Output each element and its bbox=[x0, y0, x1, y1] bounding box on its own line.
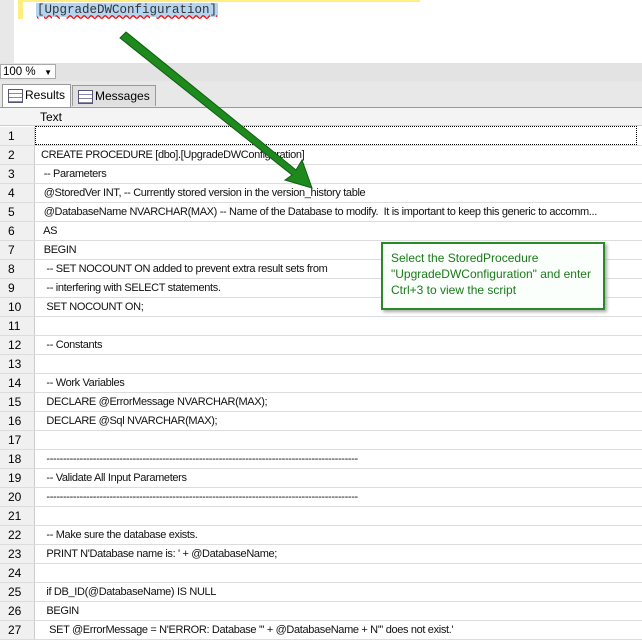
row-number[interactable]: 9 bbox=[0, 279, 35, 297]
row-number[interactable]: 13 bbox=[0, 355, 35, 373]
table-row[interactable]: 23 PRINT N'Database name is: ' + @Databa… bbox=[0, 545, 642, 564]
cell-text[interactable]: PRINT N'Database name is: ' + @DatabaseN… bbox=[41, 545, 277, 563]
table-row[interactable]: 18 -------------------------------------… bbox=[0, 450, 642, 469]
row-number[interactable]: 23 bbox=[0, 545, 35, 563]
table-row[interactable]: 11 bbox=[0, 317, 642, 336]
row-number[interactable]: 1 bbox=[0, 127, 35, 145]
table-row[interactable]: 19 -- Validate All Input Parameters bbox=[0, 469, 642, 488]
cell-text[interactable]: SET NOCOUNT ON; bbox=[41, 298, 143, 316]
column-header[interactable]: Text bbox=[0, 108, 642, 126]
row-number[interactable]: 12 bbox=[0, 336, 35, 354]
table-row[interactable]: 15 DECLARE @ErrorMessage NVARCHAR(MAX); bbox=[0, 393, 642, 412]
row-number[interactable]: 11 bbox=[0, 317, 35, 335]
row-number[interactable]: 21 bbox=[0, 507, 35, 525]
table-row[interactable]: 14 -- Work Variables bbox=[0, 374, 642, 393]
row-number[interactable]: 7 bbox=[0, 241, 35, 259]
table-row[interactable]: 5 @DatabaseName NVARCHAR(MAX) -- Name of… bbox=[0, 203, 642, 222]
cell-text[interactable]: -- Validate All Input Parameters bbox=[41, 469, 187, 487]
table-row[interactable]: 16 DECLARE @Sql NVARCHAR(MAX); bbox=[0, 412, 642, 431]
table-row[interactable]: 21 bbox=[0, 507, 642, 526]
row-number[interactable]: 6 bbox=[0, 222, 35, 240]
row-number[interactable]: 3 bbox=[0, 165, 35, 183]
tab-label: Messages bbox=[95, 89, 150, 103]
table-row[interactable]: 27 SET @ErrorMessage = N'ERROR: Database… bbox=[0, 621, 642, 640]
zoom-select[interactable]: 100 % ▼ bbox=[0, 64, 56, 79]
results-tabs: Results Messages bbox=[0, 81, 642, 107]
cell-text[interactable]: AS bbox=[41, 222, 57, 240]
cell-text[interactable]: BEGIN bbox=[41, 602, 79, 620]
chevron-down-icon: ▼ bbox=[44, 68, 52, 77]
table-row[interactable]: 20 -------------------------------------… bbox=[0, 488, 642, 507]
cell-text[interactable]: ----------------------------------------… bbox=[41, 450, 358, 468]
row-number[interactable]: 16 bbox=[0, 412, 35, 430]
cell-text[interactable]: -- Make sure the database exists. bbox=[41, 526, 197, 544]
table-row[interactable]: 1 bbox=[0, 126, 642, 146]
table-row[interactable]: 26 BEGIN bbox=[0, 602, 642, 621]
cell-text[interactable] bbox=[35, 126, 637, 145]
row-number[interactable]: 24 bbox=[0, 564, 35, 582]
row-number[interactable]: 2 bbox=[0, 146, 35, 164]
cell-text[interactable]: -- interfering with SELECT statements. bbox=[41, 279, 221, 297]
grid-icon bbox=[8, 89, 23, 103]
row-number[interactable]: 20 bbox=[0, 488, 35, 506]
cell-text[interactable]: if DB_ID(@DatabaseName) IS NULL bbox=[41, 583, 216, 601]
cell-text[interactable]: -- SET NOCOUNT ON added to prevent extra… bbox=[41, 260, 327, 278]
row-number[interactable]: 5 bbox=[0, 203, 35, 221]
row-number[interactable]: 26 bbox=[0, 602, 35, 620]
table-row[interactable]: 6 AS bbox=[0, 222, 642, 241]
table-row[interactable]: 4 @StoredVer INT, -- Currently stored ve… bbox=[0, 184, 642, 203]
cell-text[interactable]: DECLARE @Sql NVARCHAR(MAX); bbox=[41, 412, 217, 430]
cell-text[interactable]: BEGIN bbox=[41, 241, 77, 259]
row-number[interactable]: 27 bbox=[0, 621, 35, 639]
row-number[interactable]: 25 bbox=[0, 583, 35, 601]
callout-note: Select the StoredProcedure "UpgradeDWCon… bbox=[381, 242, 605, 310]
row-number[interactable]: 8 bbox=[0, 260, 35, 278]
cell-text[interactable]: -- Work Variables bbox=[41, 374, 124, 392]
cell-text[interactable]: -- Parameters bbox=[41, 165, 107, 183]
row-number[interactable]: 14 bbox=[0, 374, 35, 392]
row-number[interactable]: 17 bbox=[0, 431, 35, 449]
column-header-text: Text bbox=[40, 110, 63, 124]
editor-gutter bbox=[0, 0, 14, 63]
table-row[interactable]: 24 bbox=[0, 564, 642, 583]
callout-text: Select the StoredProcedure "UpgradeDWCon… bbox=[391, 251, 591, 297]
table-row[interactable]: 3 -- Parameters bbox=[0, 165, 642, 184]
results-grid: Text 1 2 CREATE PROCEDURE [dbo].[UpgradeDW… bbox=[0, 107, 642, 642]
selected-code-text[interactable]: [UpgradeDWConfiguration] bbox=[36, 3, 219, 17]
row-number[interactable]: 10 bbox=[0, 298, 35, 316]
row-number[interactable]: 15 bbox=[0, 393, 35, 411]
row-number[interactable]: 18 bbox=[0, 450, 35, 468]
zoom-value: 100 % bbox=[3, 66, 36, 78]
row-number[interactable]: 22 bbox=[0, 526, 35, 544]
cell-text[interactable]: ----------------------------------------… bbox=[41, 488, 358, 506]
table-row[interactable]: 17 bbox=[0, 431, 642, 450]
table-row[interactable]: 12 -- Constants bbox=[0, 336, 642, 355]
cell-text[interactable]: @StoredVer INT, -- Currently stored vers… bbox=[41, 184, 366, 202]
row-number[interactable]: 19 bbox=[0, 469, 35, 487]
tab-results[interactable]: Results bbox=[2, 84, 72, 107]
row-number[interactable]: 4 bbox=[0, 184, 35, 202]
change-marker bbox=[18, 0, 23, 19]
table-row[interactable]: 25 if DB_ID(@DatabaseName) IS NULL bbox=[0, 583, 642, 602]
cell-text[interactable]: DECLARE @ErrorMessage NVARCHAR(MAX); bbox=[41, 393, 267, 411]
cell-text[interactable]: SET @ErrorMessage = N'ERROR: Database ''… bbox=[41, 621, 453, 639]
table-row[interactable]: 22 -- Make sure the database exists. bbox=[0, 526, 642, 545]
table-row[interactable]: 13 bbox=[0, 355, 642, 374]
change-marker bbox=[20, 0, 420, 2]
tab-label: Results bbox=[25, 88, 66, 102]
zoom-bar: 100 % ▼ bbox=[0, 63, 642, 81]
query-editor[interactable]: [UpgradeDWConfiguration] bbox=[0, 0, 642, 63]
messages-icon bbox=[78, 90, 93, 104]
cell-text[interactable]: @DatabaseName NVARCHAR(MAX) -- Name of t… bbox=[41, 203, 598, 221]
tab-messages[interactable]: Messages bbox=[72, 85, 156, 106]
cell-text[interactable]: -- Constants bbox=[41, 336, 102, 354]
table-row[interactable]: 2 CREATE PROCEDURE [dbo].[UpgradeDWConfig… bbox=[0, 146, 642, 165]
cell-text[interactable]: CREATE PROCEDURE [dbo].[UpgradeDWConfigu… bbox=[41, 146, 305, 164]
